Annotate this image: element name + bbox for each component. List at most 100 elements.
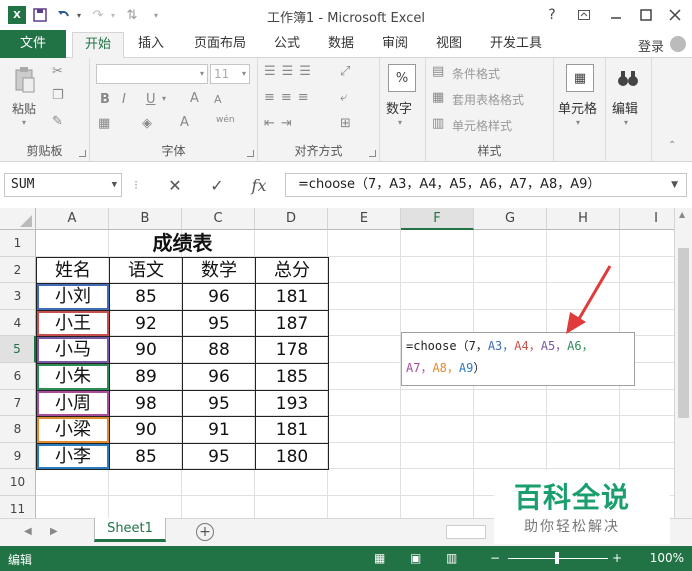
- redo-icon[interactable]: ↷: [88, 5, 108, 25]
- undo-icon[interactable]: [54, 5, 74, 25]
- paste-icon[interactable]: [14, 66, 36, 94]
- tab-file[interactable]: 文件: [0, 30, 66, 58]
- table-cell-total[interactable]: 178: [255, 336, 329, 364]
- table-cell-name[interactable]: 小朱: [36, 363, 110, 391]
- cell-c10[interactable]: [182, 469, 255, 496]
- tab-review[interactable]: 审阅: [372, 32, 418, 58]
- row-header-2[interactable]: 2: [0, 256, 36, 284]
- table-header-cell[interactable]: 总分: [255, 256, 329, 285]
- table-cell-math[interactable]: 96: [182, 283, 256, 311]
- cell-f8[interactable]: [401, 416, 474, 443]
- cell-g9[interactable]: [474, 442, 547, 470]
- cell-e11[interactable]: [328, 496, 401, 518]
- table-header-cell[interactable]: 姓名: [36, 256, 110, 285]
- row-header-10[interactable]: 10: [0, 469, 36, 496]
- table-cell-chinese[interactable]: 85: [109, 442, 183, 471]
- row-header-5[interactable]: 5: [0, 336, 36, 363]
- undo-dropdown-icon[interactable]: ▾: [74, 5, 84, 25]
- select-all-corner[interactable]: [0, 208, 36, 230]
- cell-h8[interactable]: [547, 416, 620, 443]
- row-header-9[interactable]: 9: [0, 442, 36, 470]
- table-cell-total[interactable]: 185: [255, 363, 329, 391]
- scroll-up-icon[interactable]: ▲: [679, 210, 685, 219]
- table-cell-math[interactable]: 95: [182, 442, 256, 471]
- vertical-scrollbar[interactable]: ▲: [674, 208, 692, 518]
- row-header-7[interactable]: 7: [0, 389, 36, 417]
- cell-g3[interactable]: [474, 283, 547, 310]
- horizontal-align-icons[interactable]: ≡≡≡: [264, 90, 315, 105]
- table-cell-name[interactable]: 小王: [36, 309, 110, 338]
- table-cell-total[interactable]: 187: [255, 309, 329, 338]
- table-cell-math[interactable]: 88: [182, 336, 256, 364]
- cell-g2[interactable]: [474, 256, 547, 284]
- table-cell-chinese[interactable]: 85: [109, 283, 183, 311]
- save-icon[interactable]: [30, 5, 50, 25]
- cell-e2[interactable]: [328, 256, 401, 284]
- close-icon[interactable]: [660, 0, 690, 30]
- cell-g8[interactable]: [474, 416, 547, 443]
- tab-home[interactable]: 开始: [72, 32, 124, 59]
- zoom-slider-knob[interactable]: [555, 552, 559, 564]
- number-dropdown-icon[interactable]: ▾: [398, 118, 402, 127]
- zoom-in-icon[interactable]: +: [612, 551, 622, 565]
- column-header-c[interactable]: C: [182, 208, 255, 230]
- cell-e7[interactable]: [328, 389, 401, 417]
- format-painter-icon[interactable]: ✎: [52, 114, 63, 129]
- cell-f3[interactable]: [401, 283, 474, 310]
- cell-e9[interactable]: [328, 442, 401, 470]
- cell-styles-button[interactable]: 单元格样式: [452, 117, 512, 134]
- clipboard-dialog-launcher-icon[interactable]: [79, 150, 86, 157]
- row-header-1[interactable]: 1: [0, 230, 36, 257]
- customize-qat-icon[interactable]: ▾: [146, 5, 166, 25]
- column-header-d[interactable]: D: [255, 208, 328, 230]
- row-header-4[interactable]: 4: [0, 309, 36, 337]
- cell-f10[interactable]: [401, 469, 474, 496]
- sort-icon[interactable]: ⇅: [122, 5, 142, 25]
- column-header-e[interactable]: E: [328, 208, 401, 230]
- name-box-dropdown-icon[interactable]: ▼: [112, 174, 117, 196]
- table-cell-total[interactable]: 181: [255, 283, 329, 311]
- sheet-nav-prev-icon[interactable]: ◀: [24, 526, 32, 537]
- account-avatar-icon[interactable]: [670, 36, 686, 52]
- expand-formula-bar-icon[interactable]: ▼: [671, 174, 678, 196]
- row-header-6[interactable]: 6: [0, 363, 36, 390]
- zoom-level[interactable]: 100%: [650, 551, 684, 565]
- table-cell-chinese[interactable]: 92: [109, 309, 183, 338]
- cell-f11[interactable]: [401, 496, 474, 518]
- fill-color-icon[interactable]: ◈: [142, 116, 152, 131]
- cell-styles-icon[interactable]: ▥: [432, 116, 444, 131]
- cell-f7[interactable]: [401, 389, 474, 417]
- cell-d11[interactable]: [255, 496, 328, 518]
- cancel-button[interactable]: ✕: [160, 173, 190, 197]
- table-cell-math[interactable]: 95: [182, 309, 256, 338]
- cell-e8[interactable]: [328, 416, 401, 443]
- cell-h1[interactable]: [547, 230, 620, 257]
- formula-input[interactable]: =choose（7，A3，A4，A5，A6，A7，A8，A9） ▼: [285, 173, 687, 197]
- wrap-text-icon[interactable]: ⤶: [340, 90, 347, 105]
- horizontal-scrollbar[interactable]: [446, 525, 486, 539]
- phonetic-button[interactable]: wén: [216, 115, 235, 125]
- table-title[interactable]: 成绩表: [36, 230, 329, 257]
- zoom-out-icon[interactable]: −: [490, 551, 500, 565]
- table-cell-name[interactable]: 小马: [36, 336, 110, 364]
- cell-c11[interactable]: [182, 496, 255, 518]
- grow-font-button[interactable]: A: [190, 91, 199, 106]
- table-cell-total[interactable]: 181: [255, 416, 329, 444]
- collapse-ribbon-icon[interactable]: ⌃: [668, 140, 676, 151]
- cells-icon[interactable]: ▦: [566, 64, 594, 92]
- cells-button[interactable]: 单元格: [558, 98, 597, 117]
- cell-a10[interactable]: [36, 469, 109, 496]
- vertical-align-icons[interactable]: ☰☰☰: [264, 64, 317, 79]
- table-header-cell[interactable]: 语文: [109, 256, 183, 285]
- table-cell-math[interactable]: 95: [182, 389, 256, 418]
- font-color-button[interactable]: A: [180, 115, 189, 130]
- add-sheet-button[interactable]: +: [196, 523, 214, 541]
- column-header-h[interactable]: H: [547, 208, 620, 230]
- tab-view[interactable]: 视图: [426, 32, 472, 58]
- tab-data[interactable]: 数据: [318, 32, 364, 58]
- minimize-icon[interactable]: [601, 0, 631, 30]
- sheet-nav-next-icon[interactable]: ▶: [50, 526, 58, 537]
- cell-e1[interactable]: [328, 230, 401, 257]
- table-cell-name[interactable]: 小刘: [36, 283, 110, 311]
- tab-developer[interactable]: 开发工具: [480, 32, 552, 58]
